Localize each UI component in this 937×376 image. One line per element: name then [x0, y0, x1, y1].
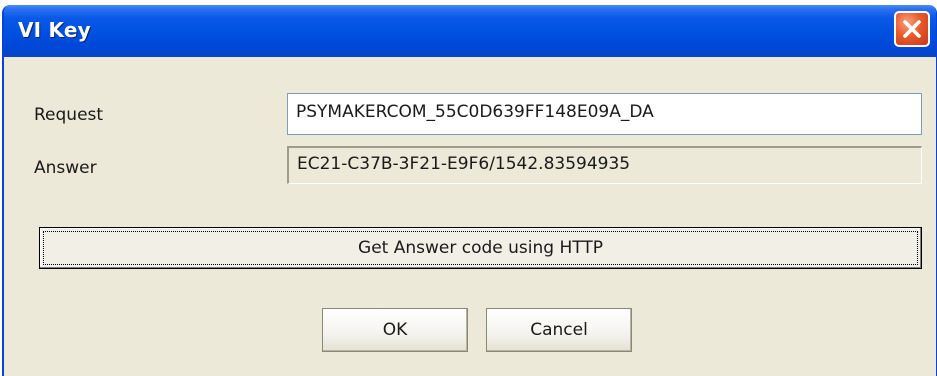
answer-field[interactable]: EC21-C37B-3F21-E9F6/1542.83594935	[287, 146, 922, 184]
get-answer-http-button[interactable]: Get Answer code using HTTP	[39, 227, 922, 269]
answer-label: Answer	[34, 158, 97, 178]
close-button[interactable]	[894, 11, 930, 47]
get-answer-http-label: Get Answer code using HTTP	[358, 238, 603, 258]
title-bar[interactable]: VI Key	[4, 5, 936, 57]
ok-button[interactable]: OK	[322, 308, 468, 352]
request-label: Request	[34, 105, 104, 125]
request-field[interactable]: PSYMAKERCOM_55C0D639FF148E09A_DA	[287, 93, 922, 135]
window-title: VI Key	[18, 18, 91, 42]
vi-key-dialog: VI Key Request PSYMAKERCOM_55C0D639FF148…	[2, 5, 937, 376]
cancel-label: Cancel	[530, 320, 588, 340]
cancel-button[interactable]: Cancel	[486, 308, 632, 352]
close-icon	[901, 18, 923, 40]
ok-label: OK	[382, 320, 408, 340]
